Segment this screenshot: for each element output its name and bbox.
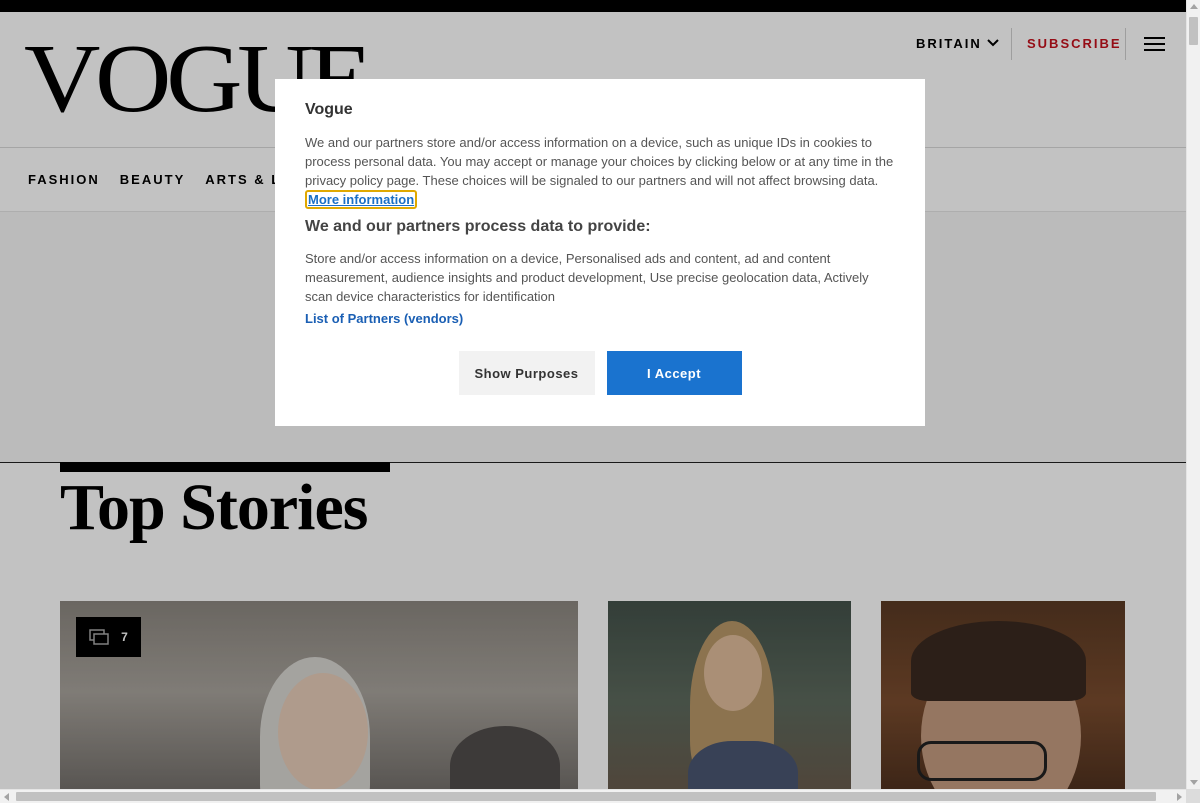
consent-title: Vogue — [305, 101, 353, 118]
scroll-thumb[interactable] — [16, 792, 1156, 801]
scroll-up-icon[interactable] — [1190, 4, 1198, 9]
scrollbar-corner — [1186, 789, 1200, 803]
vertical-scrollbar[interactable] — [1186, 0, 1200, 789]
consent-description: We and our partners store and/or access … — [305, 133, 895, 209]
show-purposes-button[interactable]: Show Purposes — [458, 351, 595, 395]
consent-description-text: We and our partners store and/or access … — [305, 135, 894, 188]
consent-dialog: Vogue We and our partners store and/or a… — [275, 79, 925, 426]
scroll-left-icon[interactable] — [4, 793, 9, 801]
more-information-link[interactable]: More information — [305, 190, 418, 209]
scroll-down-icon[interactable] — [1190, 780, 1198, 785]
accept-button[interactable]: I Accept — [606, 351, 742, 395]
consent-purposes: Store and/or access information on a dev… — [305, 251, 869, 304]
scroll-right-icon[interactable] — [1177, 793, 1182, 801]
scroll-thumb[interactable] — [1189, 17, 1198, 45]
consent-buttons: Show Purposes I Accept — [275, 351, 925, 395]
consent-subtitle: We and our partners process data to prov… — [305, 218, 651, 235]
partners-list-link[interactable]: List of Partners (vendors) — [305, 311, 463, 326]
horizontal-scrollbar[interactable] — [0, 789, 1186, 803]
